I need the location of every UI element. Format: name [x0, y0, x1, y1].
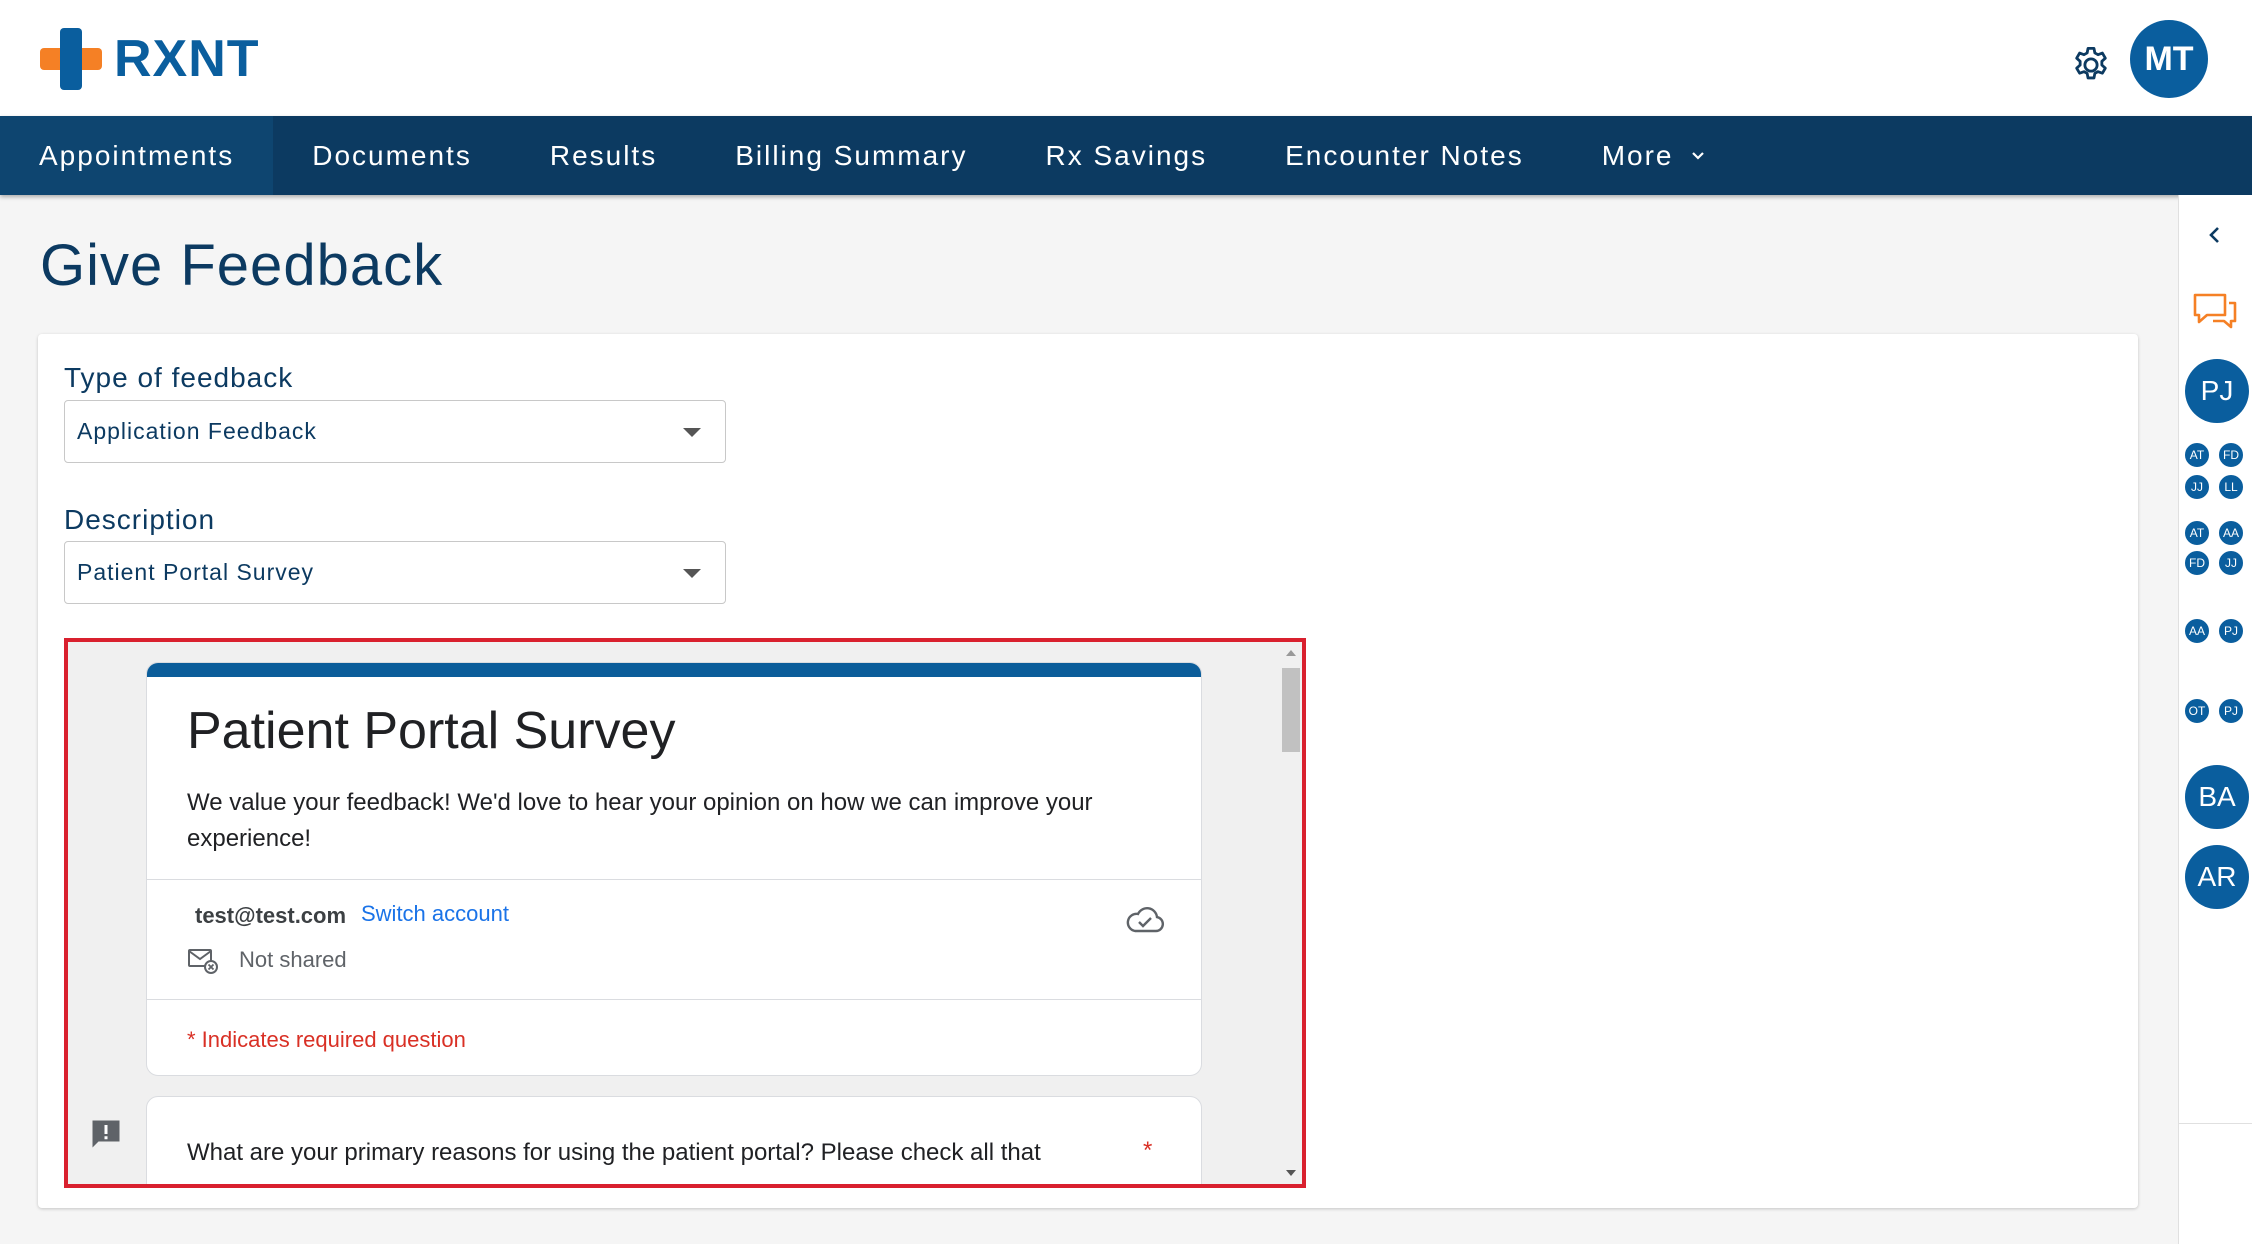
user-avatar[interactable]: MT: [2130, 20, 2208, 98]
survey-title: Patient Portal Survey: [187, 702, 676, 760]
rxnt-cross-icon: [40, 28, 102, 90]
nav-results[interactable]: Results: [511, 116, 696, 195]
survey-header-card: Patient Portal Survey We value your feed…: [146, 662, 1202, 1076]
main-nav: Appointments Documents Results Billing S…: [0, 116, 2252, 195]
avatar-small: PJ: [2217, 617, 2245, 645]
avatar-small: FD: [2217, 441, 2245, 469]
type-of-feedback-select[interactable]: Application Feedback: [64, 400, 726, 463]
required-star: *: [1143, 1137, 1153, 1164]
nav-more-label: More: [1601, 139, 1674, 171]
divider: [2179, 1123, 2252, 1124]
description-label: Description: [64, 504, 216, 535]
right-sidebar: PJ AT FD JJ LL AT AA FD JJ AA PJ OT PJ B…: [2178, 195, 2252, 1244]
avatar-pj[interactable]: PJ: [2185, 359, 2249, 423]
page-title: Give Feedback: [40, 233, 444, 298]
avatar-ar[interactable]: AR: [2185, 845, 2249, 909]
avatar-small: FD: [2183, 549, 2211, 577]
caret-down-icon: [683, 569, 701, 578]
scrollbar[interactable]: [1280, 642, 1302, 1184]
nav-encounter-notes[interactable]: Encounter Notes: [1246, 116, 1563, 195]
avatar-small: OT: [2183, 697, 2211, 725]
avatar-small: AT: [2183, 441, 2211, 469]
avatar-small: AA: [2217, 519, 2245, 547]
question-text: What are your primary reasons for using …: [187, 1139, 1041, 1166]
cloud-check-icon: [1126, 907, 1165, 933]
nav-appointments[interactable]: Appointments: [0, 116, 274, 195]
avatar-small: LL: [2217, 473, 2245, 501]
not-shared-text: Not shared: [239, 947, 347, 972]
scrollbar-thumb[interactable]: [1282, 668, 1300, 752]
type-of-feedback-label: Type of feedback: [64, 362, 294, 393]
nav-billing-summary[interactable]: Billing Summary: [696, 116, 1006, 195]
scroll-up-arrow-icon[interactable]: [1286, 650, 1296, 656]
chevron-down-icon: [1691, 151, 1704, 160]
required-note: * Indicates required question: [187, 1027, 466, 1052]
scroll-down-arrow-icon[interactable]: [1286, 1170, 1296, 1176]
survey-iframe[interactable]: Patient Portal Survey We value your feed…: [64, 638, 1306, 1188]
avatar-small: JJ: [2217, 549, 2245, 577]
avatar-small: PJ: [2217, 697, 2245, 725]
question-card: What are your primary reasons for using …: [146, 1096, 1202, 1184]
chat-bubbles-icon[interactable]: [2191, 291, 2239, 333]
nav-more[interactable]: More: [1563, 116, 1745, 195]
avatar-ba[interactable]: BA: [2185, 765, 2249, 829]
survey-description: We value your feedback! We'd love to hea…: [187, 789, 1093, 852]
nav-rx-savings[interactable]: Rx Savings: [1007, 116, 1247, 195]
caret-down-icon: [683, 428, 701, 437]
nav-documents[interactable]: Documents: [273, 116, 511, 195]
switch-account-link[interactable]: Switch account: [361, 901, 509, 927]
top-header: RXNT MT: [0, 0, 2252, 116]
description-value: Patient Portal Survey: [77, 559, 315, 585]
avatar-small: AT: [2183, 519, 2211, 547]
description-select[interactable]: Patient Portal Survey: [64, 541, 726, 604]
divider: [147, 879, 1201, 880]
rxnt-logo[interactable]: RXNT: [40, 28, 260, 90]
logo-text: RXNT: [114, 30, 260, 88]
gear-icon[interactable]: [2070, 44, 2112, 86]
avatar-small: JJ: [2183, 473, 2211, 501]
account-email: test@test.com: [195, 903, 347, 928]
avatar-small: AA: [2183, 617, 2211, 645]
report-feedback-icon[interactable]: [88, 1116, 124, 1152]
survey-accent-bar: [147, 663, 1201, 677]
chevron-left-icon[interactable]: [2203, 223, 2227, 247]
type-of-feedback-value: Application Feedback: [77, 418, 317, 444]
divider: [147, 999, 1201, 1000]
feedback-card: Type of feedback Application Feedback De…: [38, 334, 2138, 1208]
mail-not-shared-icon: [188, 949, 218, 974]
